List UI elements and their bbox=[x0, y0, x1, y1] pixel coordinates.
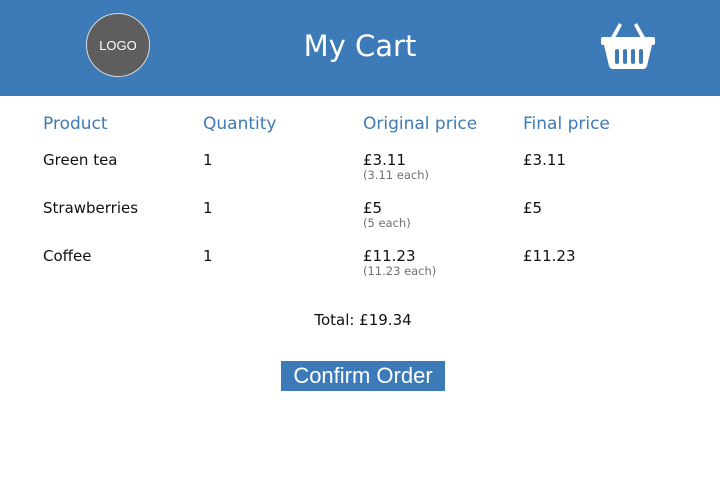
unit-price-note: (11.23 each) bbox=[363, 264, 437, 278]
original-price: £11.23 (11.23 each) bbox=[363, 246, 436, 279]
cart-table: Product Quantity Original price Final pr… bbox=[43, 110, 683, 294]
shopping-basket-icon[interactable] bbox=[600, 21, 656, 71]
original-price-value: £11.23 bbox=[363, 247, 416, 265]
logo-text: LOGO bbox=[99, 37, 137, 53]
table-row: Strawberries 1 £5 (5 each) £5 bbox=[43, 198, 683, 246]
product-quantity: 1 bbox=[203, 151, 213, 169]
column-header-product: Product bbox=[43, 114, 108, 134]
order-total: Total: £19.34 bbox=[314, 311, 412, 329]
confirm-order-button[interactable]: Confirm Order bbox=[281, 361, 445, 391]
column-header-quantity: Quantity bbox=[203, 114, 277, 134]
final-price: £3.11 bbox=[523, 151, 566, 169]
final-price: £5 bbox=[523, 199, 543, 217]
original-price-value: £5 bbox=[363, 199, 383, 217]
product-quantity: 1 bbox=[203, 199, 213, 217]
table-row: Green tea 1 £3.11 (3.11 each) £3.11 bbox=[43, 150, 683, 198]
unit-price-note: (3.11 each) bbox=[363, 168, 429, 182]
unit-price-note: (5 each) bbox=[363, 216, 411, 230]
original-price-value: £3.11 bbox=[363, 151, 406, 169]
table-row: Coffee 1 £11.23 (11.23 each) £11.23 bbox=[43, 246, 683, 294]
final-price: £11.23 bbox=[523, 247, 576, 265]
logo[interactable]: LOGO bbox=[86, 13, 150, 77]
product-quantity: 1 bbox=[203, 247, 213, 265]
table-header-row: Product Quantity Original price Final pr… bbox=[43, 110, 683, 150]
original-price: £3.11 (3.11 each) bbox=[363, 150, 429, 183]
product-name: Coffee bbox=[43, 247, 92, 265]
product-name: Green tea bbox=[43, 151, 118, 169]
original-price: £5 (5 each) bbox=[363, 198, 411, 231]
column-header-final-price: Final price bbox=[523, 114, 610, 134]
product-name: Strawberries bbox=[43, 199, 139, 217]
column-header-original-price: Original price bbox=[363, 114, 478, 134]
header-bar: LOGO My Cart bbox=[0, 0, 720, 96]
